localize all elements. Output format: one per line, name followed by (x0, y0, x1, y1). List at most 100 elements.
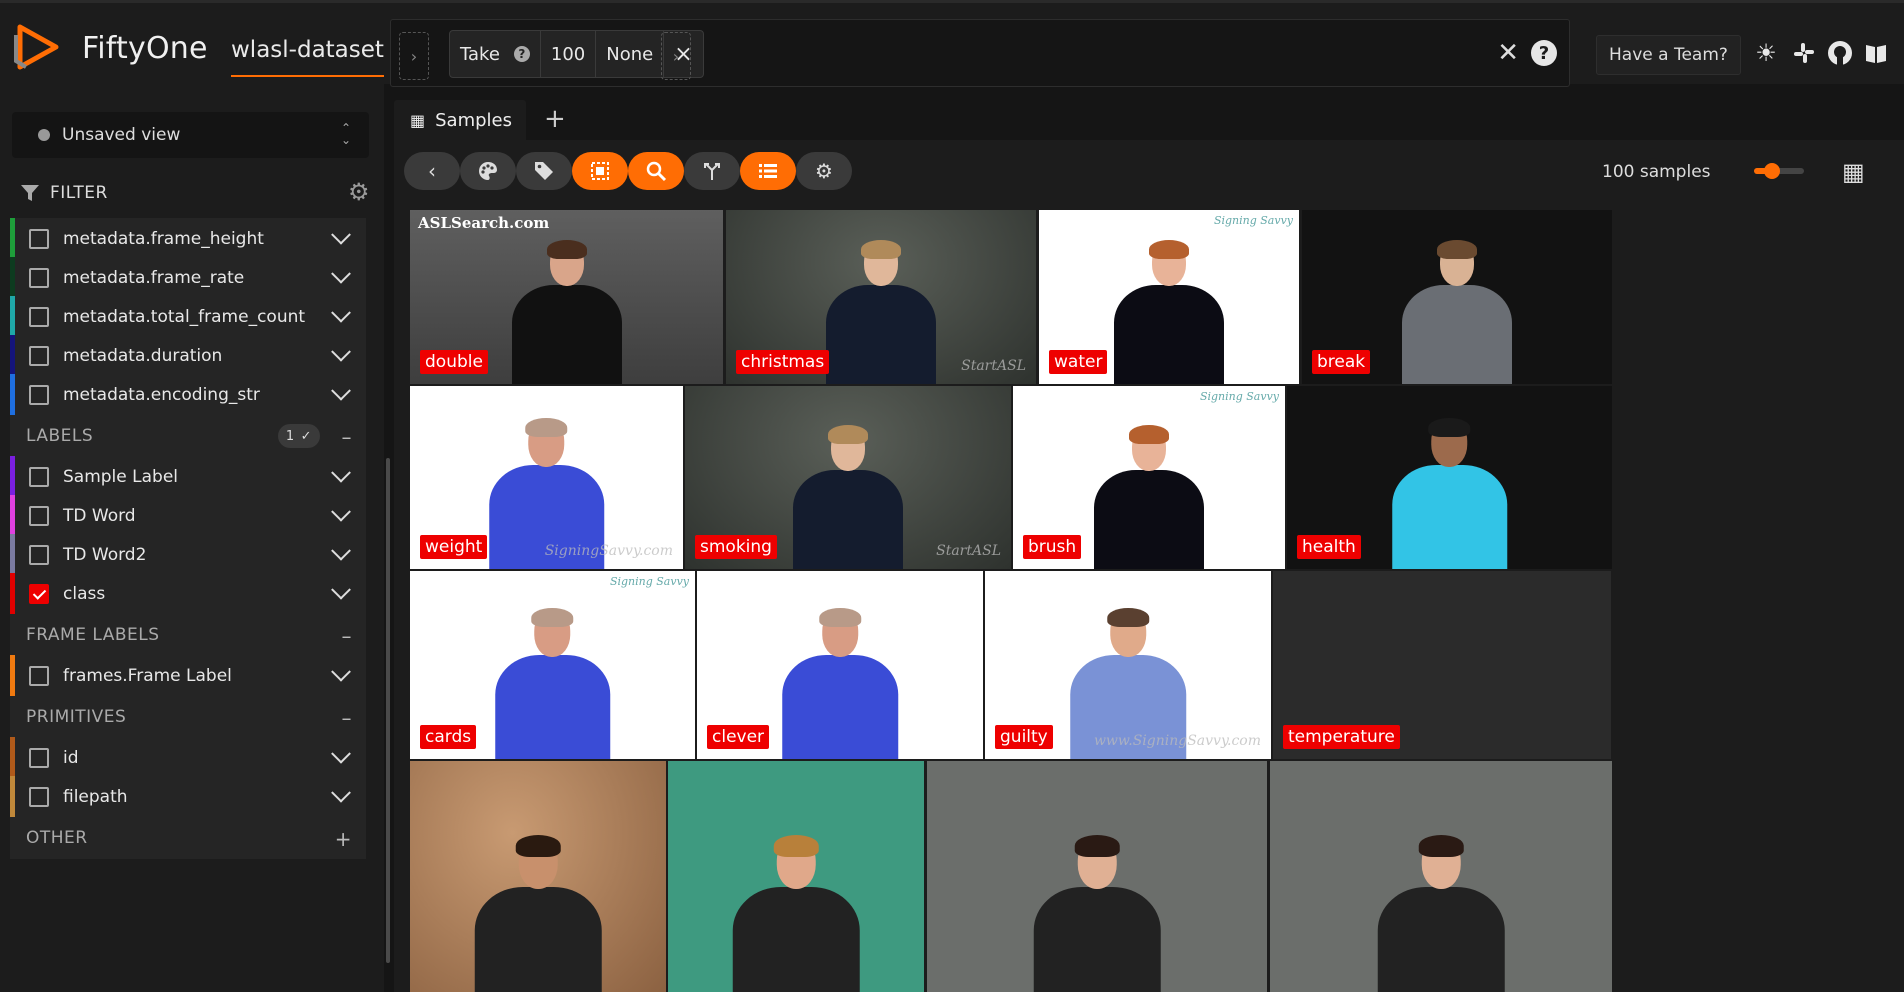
patches-button[interactable] (572, 152, 628, 190)
frame-labels-group-header[interactable]: FRAME LABELS – (10, 614, 366, 656)
chevron-down-icon[interactable] (331, 579, 351, 600)
tab-samples[interactable]: ▦ Samples (394, 100, 526, 140)
sample-tile[interactable]: Signing Savvy cards (410, 571, 695, 759)
sample-tile[interactable]: health (1287, 386, 1612, 569)
sample-tile[interactable]: Signing Savvy water (1039, 210, 1299, 384)
expand-stages-left-button[interactable]: › (399, 32, 429, 80)
class-label-tag[interactable]: guilty (995, 725, 1053, 749)
field-checkbox[interactable] (29, 307, 49, 327)
saved-view-selector[interactable]: Unsaved view ⌃ ⌄ (12, 112, 369, 158)
sample-tile[interactable]: ASLSearch.com double (410, 210, 723, 384)
class-label-tag[interactable]: temperature (1283, 725, 1400, 749)
sidebar-scrollbar[interactable] (386, 458, 390, 963)
sample-tile[interactable]: www.SigningSavvy.com guilty (985, 571, 1271, 759)
sample-tile[interactable]: StartASL christmas (726, 210, 1036, 384)
stage-name[interactable]: Take ? (450, 31, 541, 77)
chevron-down-icon[interactable] (331, 782, 351, 803)
chevron-down-icon[interactable] (331, 224, 351, 245)
sample-tile[interactable]: StartASL smoking (685, 386, 1011, 569)
tag-button[interactable] (516, 152, 572, 190)
field-checkbox[interactable] (29, 346, 49, 366)
slack-icon[interactable] (1790, 39, 1818, 67)
field-checkbox[interactable] (29, 545, 49, 565)
sample-tile[interactable] (1270, 761, 1612, 992)
field-row[interactable]: frames.Frame Label (10, 655, 366, 697)
zoom-slider[interactable] (1754, 163, 1804, 179)
docs-icon[interactable] (1862, 39, 1890, 67)
stage-help-icon[interactable]: ? (513, 46, 530, 62)
field-checkbox[interactable] (29, 666, 49, 686)
grid-view-icon[interactable]: ▦ (1842, 158, 1865, 186)
field-row[interactable]: class (10, 573, 366, 615)
class-label-tag[interactable]: cards (420, 725, 477, 749)
active-label-count-badge[interactable]: 1 ✓ (277, 424, 320, 448)
have-a-team-button[interactable]: Have a Team? (1596, 35, 1741, 75)
back-button[interactable]: ‹ (404, 152, 460, 190)
field-checkbox[interactable] (29, 229, 49, 249)
field-row[interactable]: TD Word (10, 495, 366, 537)
field-checkbox[interactable] (29, 787, 49, 807)
class-label-tag[interactable]: health (1297, 535, 1361, 559)
field-checkbox[interactable] (29, 506, 49, 526)
class-label-tag[interactable]: double (420, 350, 488, 374)
field-row[interactable]: metadata.total_frame_count (10, 296, 366, 338)
expand-group-icon[interactable]: + (335, 827, 352, 851)
chevron-down-icon[interactable] (331, 302, 351, 323)
other-group-header[interactable]: OTHER + (10, 817, 366, 859)
sample-tile[interactable] (927, 761, 1267, 992)
field-row[interactable]: filepath (10, 776, 366, 818)
view-help-icon[interactable]: ? (1531, 40, 1557, 66)
sample-tile[interactable]: break (1302, 210, 1612, 384)
field-checkbox[interactable] (29, 268, 49, 288)
sample-tile[interactable] (668, 761, 924, 992)
stage-seed-param[interactable]: None (596, 31, 665, 77)
primitives-group-header[interactable]: PRIMITIVES – (10, 696, 366, 738)
field-row[interactable]: Sample Label (10, 456, 366, 498)
settings-button[interactable]: ⚙ (796, 152, 852, 190)
field-checkbox[interactable] (29, 467, 49, 487)
similarity-search-button[interactable] (628, 152, 684, 190)
add-panel-button[interactable]: + (544, 104, 566, 134)
sample-tile[interactable]: temperature (1273, 571, 1611, 759)
class-label-tag[interactable]: break (1312, 350, 1371, 374)
class-label-tag[interactable]: christmas (736, 350, 830, 374)
collapse-group-icon[interactable]: – (342, 706, 353, 730)
field-row[interactable]: metadata.duration (10, 335, 366, 377)
field-checkbox[interactable] (29, 385, 49, 405)
sample-tile[interactable]: clever (697, 571, 983, 759)
sun-icon[interactable]: ☀ (1752, 39, 1780, 67)
field-row[interactable]: id (10, 737, 366, 779)
chevron-down-icon[interactable] (331, 462, 351, 483)
field-row[interactable]: metadata.encoding_str (10, 374, 366, 416)
github-icon[interactable] (1826, 39, 1854, 67)
chevron-down-icon[interactable] (331, 341, 351, 362)
chevron-down-icon[interactable] (331, 743, 351, 764)
dataset-selector[interactable]: wlasl-dataset (231, 37, 384, 77)
sidebar-settings-icon[interactable]: ⚙ (348, 178, 370, 206)
class-label-tag[interactable]: smoking (695, 535, 777, 559)
class-label-tag[interactable]: brush (1023, 535, 1082, 559)
fiftyone-logo[interactable] (12, 21, 64, 73)
collapse-group-icon[interactable]: – (342, 425, 353, 449)
sample-tile[interactable]: SigningSavvy.com weight (410, 386, 683, 569)
chevron-down-icon[interactable] (331, 540, 351, 561)
chevron-down-icon[interactable] (331, 263, 351, 284)
clear-view-icon[interactable]: ✕ (1497, 38, 1519, 68)
field-row[interactable]: TD Word2 (10, 534, 366, 576)
sidebar-toggle-button[interactable] (740, 152, 796, 190)
sample-tile[interactable]: Signing Savvy brush (1013, 386, 1285, 569)
zoom-slider-handle[interactable] (1764, 163, 1780, 179)
labels-group-header[interactable]: LABELS 1 ✓ – (10, 415, 366, 457)
field-checkbox[interactable] (29, 584, 49, 604)
sample-tile[interactable] (410, 761, 666, 992)
expand-stages-right-button[interactable]: › (661, 32, 691, 80)
color-scheme-button[interactable] (460, 152, 516, 190)
merge-button[interactable] (684, 152, 740, 190)
chevron-down-icon[interactable] (331, 501, 351, 522)
field-row[interactable]: metadata.frame_height (10, 218, 366, 260)
class-label-tag[interactable]: water (1049, 350, 1108, 374)
chevron-down-icon[interactable] (331, 380, 351, 401)
field-row[interactable]: metadata.frame_rate (10, 257, 366, 299)
class-label-tag[interactable]: weight (420, 535, 488, 559)
chevron-down-icon[interactable] (331, 661, 351, 682)
